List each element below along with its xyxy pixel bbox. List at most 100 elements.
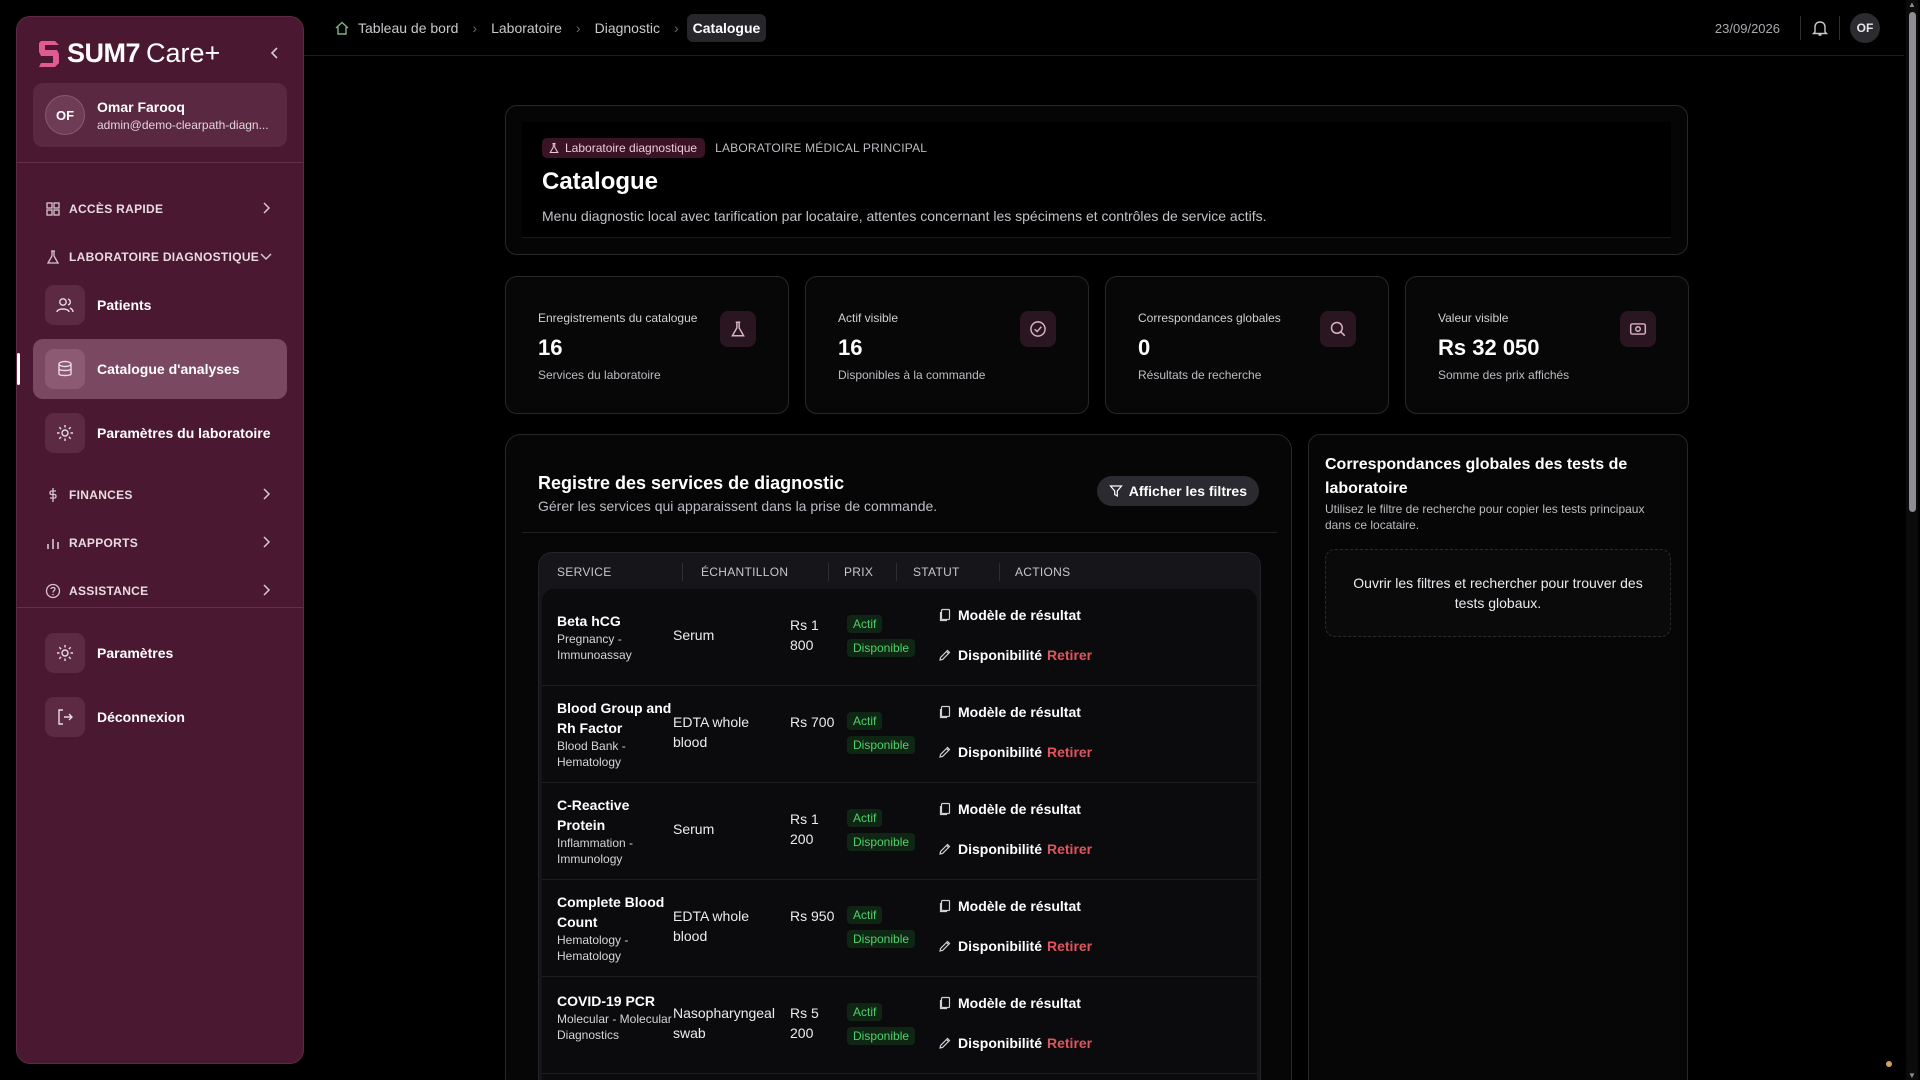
scrollbar-thumb[interactable] <box>1909 12 1916 512</box>
money-icon <box>1620 311 1656 347</box>
service-category: Inflammation - Immunology <box>557 836 634 866</box>
stat-value: 16 <box>838 335 863 360</box>
availability-button[interactable]: Disponibilité <box>938 1035 1042 1051</box>
table-header: SERVICE ÉCHANTILLON PRIX STATUT ACTIONS <box>539 553 1260 589</box>
remove-button[interactable]: Retirer <box>1047 938 1092 954</box>
section-reports[interactable]: RAPPORTS <box>45 531 281 555</box>
table-body: Beta hCG Pregnancy - Immunoassay Serum R… <box>542 589 1257 1080</box>
scroll-down-arrow[interactable]: ▼ <box>1908 1071 1916 1080</box>
column-header-sample[interactable]: ÉCHANTILLON <box>701 565 788 579</box>
divider <box>896 563 897 581</box>
brand-logo-icon <box>39 41 59 67</box>
notifications-button[interactable] <box>1811 19 1829 37</box>
stat-sub: Disponibles à la commande <box>838 368 986 382</box>
sidebar-item-logout[interactable]: Déconnexion <box>33 687 287 747</box>
sample-type: EDTA whole blood <box>673 908 749 944</box>
chevron-down-icon <box>260 253 272 261</box>
section-finances[interactable]: FINANCES <box>45 483 281 507</box>
user-menu-avatar[interactable]: OF <box>1850 13 1880 43</box>
status-dot <box>1886 1061 1892 1067</box>
brand-name: SUM7 <box>67 37 141 68</box>
scroll-up-arrow[interactable]: ▲ <box>1908 0 1916 9</box>
section-lab[interactable]: LABORATOIRE DIAGNOSTIQUE <box>45 245 281 269</box>
sidebar-item-catalog[interactable]: Catalogue d'analyses <box>17 339 287 399</box>
sidebar-item-settings[interactable]: Paramètres <box>33 623 287 683</box>
sample-type: Nasopharyngeal swab <box>673 1005 775 1041</box>
lab-chip: Laboratoire diagnostique <box>542 138 706 158</box>
column-header-service[interactable]: SERVICE <box>557 565 612 579</box>
scrollbar[interactable]: ▲ ▼ <box>1906 0 1918 1080</box>
stat-sub: Résultats de recherche <box>1138 368 1262 382</box>
breadcrumb-lab[interactable]: Laboratoire <box>485 14 568 42</box>
table-row: Blood Group and Rh Factor Blood Bank - H… <box>542 686 1257 783</box>
availability-button[interactable]: Disponibilité <box>938 841 1042 857</box>
search-icon <box>1320 311 1356 347</box>
copy-icon <box>939 899 951 913</box>
divider <box>999 563 1000 581</box>
help-circle-icon <box>45 583 61 599</box>
result-template-button[interactable]: Modèle de résultat <box>938 704 1081 720</box>
logout-icon <box>58 709 73 725</box>
divider <box>17 162 303 163</box>
registry-title: Registre des services de diagnostic <box>538 473 845 493</box>
price: Rs 1 200 <box>790 811 819 847</box>
column-header-status[interactable]: STATUT <box>913 565 960 579</box>
current-date: 23/09/2026 <box>1714 20 1780 36</box>
sample-type: EDTA whole blood <box>673 714 749 750</box>
sidebar-item-label: Déconnexion <box>97 709 185 725</box>
remove-button[interactable]: Retirer <box>1047 1035 1092 1051</box>
breadcrumb-catalog[interactable]: Catalogue <box>686 14 767 42</box>
result-template-button[interactable]: Modèle de résultat <box>938 898 1081 914</box>
price: Rs 950 <box>790 908 835 924</box>
breadcrumb-dashboard[interactable]: Tableau de bord <box>328 14 464 42</box>
section-label: FINANCES <box>69 488 133 502</box>
section-help[interactable]: ASSISTANCE <box>45 579 281 603</box>
section-quick-access[interactable]: ACCÈS RAPIDE <box>45 197 281 221</box>
edit-icon <box>939 843 951 855</box>
availability-button[interactable]: Disponibilité <box>938 647 1042 663</box>
gear-icon <box>57 425 73 441</box>
result-template-button[interactable]: Modèle de résultat <box>938 995 1081 1011</box>
sidebar-item-label: Patients <box>97 297 152 313</box>
result-template-button[interactable]: Modèle de résultat <box>938 607 1081 623</box>
stat-label: Enregistrements du catalogue <box>538 311 698 325</box>
flask-icon <box>720 311 756 347</box>
chevron-right-icon: › <box>575 20 581 36</box>
stat-value: Rs 32 050 <box>1438 335 1540 360</box>
breadcrumb-diagnostic[interactable]: Diagnostic <box>589 14 666 42</box>
stat-card-catalog-records: Enregistrements du catalogue 16 Services… <box>505 276 789 414</box>
remove-button[interactable]: Retirer <box>1047 647 1092 663</box>
divider <box>1800 16 1801 40</box>
stat-sub: Somme des prix affichés <box>1438 368 1570 382</box>
service-registry-card: Registre des services de diagnostic Gére… <box>505 434 1292 1080</box>
flask-icon <box>549 142 559 154</box>
price: Rs 5 200 <box>790 1005 819 1041</box>
column-header-actions[interactable]: ACTIONS <box>1015 565 1070 579</box>
brand[interactable]: SUM7 Care+ <box>35 35 287 71</box>
show-filters-button[interactable]: Afficher les filtres <box>1096 476 1259 506</box>
sidebar-item-lab-settings[interactable]: Paramètres du laboratoire <box>33 403 287 463</box>
column-header-price[interactable]: PRIX <box>844 565 873 579</box>
brand-suffix: Care+ <box>146 37 221 68</box>
stat-label: Actif visible <box>838 311 899 325</box>
section-label: ASSISTANCE <box>69 584 149 598</box>
remove-button[interactable]: Retirer <box>1047 841 1092 857</box>
availability-button[interactable]: Disponibilité <box>938 938 1042 954</box>
chevron-right-icon <box>263 584 271 596</box>
home-icon <box>335 21 349 35</box>
page-description: Menu diagnostic local avec tarification … <box>542 208 1267 224</box>
result-template-button[interactable]: Modèle de résultat <box>938 801 1081 817</box>
database-icon <box>58 360 72 377</box>
remove-button[interactable]: Retirer <box>1047 744 1092 760</box>
stat-value: 16 <box>538 335 563 360</box>
availability-button[interactable]: Disponibilité <box>938 744 1042 760</box>
stat-card-visible-active: Actif visible 16 Disponibles à la comman… <box>805 276 1089 414</box>
topbar: Tableau de bord › Laboratoire › Diagnost… <box>304 0 1904 56</box>
sample-type: Serum <box>673 627 715 643</box>
user-card[interactable]: OF Omar Farooq admin@demo-clearpath-diag… <box>33 83 287 147</box>
collapse-sidebar-button[interactable] <box>263 41 287 65</box>
status-badge-available: Disponible <box>847 736 916 754</box>
edit-icon <box>939 746 951 758</box>
service-name: C-Reactive Protein <box>557 797 630 833</box>
sidebar-item-patients[interactable]: Patients <box>33 275 287 335</box>
